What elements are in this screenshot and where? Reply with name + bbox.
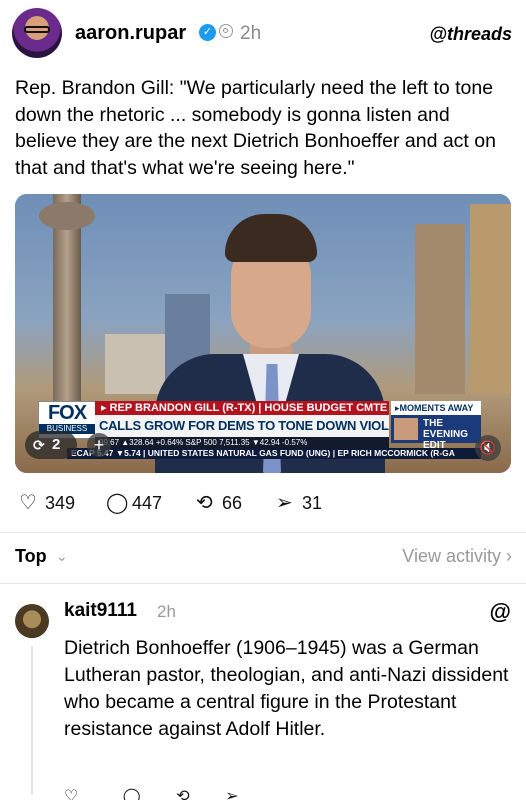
mention-icon [219,24,233,38]
video-tower-top [39,202,95,230]
like-button[interactable]: ♡ 349 [19,488,75,518]
mute-button[interactable]: 🔇 [475,435,501,461]
post-text: Rep. Brandon Gill: "We particularly need… [15,77,496,179]
divider [0,583,526,584]
post-timestamp: 2h [240,23,262,44]
moments-away-label: ▸MOMENTS AWAY [391,401,481,415]
carousel-icon: ⟳ [33,437,45,453]
post-header: aaron.rupar ✓ 2h @threads [0,0,526,70]
repost-icon[interactable]: ⟲ [176,788,189,800]
show-promo-thumbnail [394,418,418,440]
comment-icon: ◯ [106,492,129,514]
video-player[interactable]: FOX BUSINESS ▸ REP BRANDON GILL (R-TX) |… [15,194,511,473]
send-icon[interactable]: ➢ [225,788,238,800]
share-button[interactable]: ➢ 31 [276,488,322,518]
sort-dropdown[interactable]: Top [15,546,47,567]
ticker-top: 99.67 ▲328.64 +0.64% S&P 500 7,511.35 ▼4… [95,437,389,448]
media-count-badge[interactable]: ⟳ 2 [25,431,77,459]
video-building [470,204,511,394]
heart-icon: ♡ [19,492,37,514]
like-count: 349 [45,493,76,513]
reply-timestamp: 2h [157,602,176,621]
repost-button[interactable]: ⟲ 66 [196,488,242,518]
divider [0,532,526,533]
reply-text: Dietrich Bonhoeffer (1906–1945) was a Ge… [64,637,509,740]
ticker-bottom: ECAP 5.47 ▼5.74 | UNITED STATES NATURAL … [67,448,481,459]
chevron-down-icon[interactable]: ⌄ [56,548,68,565]
reply-count: 447 [132,493,163,513]
repost-count: 66 [222,493,243,513]
comment-icon[interactable]: ◯ [123,788,141,800]
author-username[interactable]: aaron.rupar [75,22,186,45]
view-activity-link[interactable]: View activity › [402,546,512,567]
reply-username[interactable]: kait9111 [64,600,137,622]
share-count: 31 [302,493,323,513]
reply-button[interactable]: ◯ 447 [106,488,162,518]
verified-icon: ✓ [199,24,216,41]
lower-third-headline: CALLS GROW FOR DEMS TO TONE DOWN VIOLENT… [95,415,389,437]
video-building [415,224,465,394]
post-action-bar: ♡ 349 ◯ 447 ⟲ 66 ➢ 31 [0,488,526,518]
lower-third-name: ▸ REP BRANDON GILL (R-TX) | HOUSE BUDGET… [95,401,389,415]
threads-brand-label: threads [446,24,512,44]
reply-action-bar: ♡ ◯ ⟲ ➢ [64,786,364,800]
media-count-value: 2 [52,436,61,453]
threads-icon[interactable]: @ [490,599,511,625]
heart-icon[interactable]: ♡ [64,788,78,800]
send-icon: ➢ [276,492,293,514]
avatar-glasses [24,26,50,33]
author-avatar[interactable] [12,8,62,58]
thread-line [31,646,33,795]
show-promo: THE EVENING EDIT [391,415,481,451]
network-logo-top: FOX [47,402,87,424]
speaker-hair [225,214,317,262]
reply-avatar[interactable] [15,604,49,638]
repost-icon: ⟲ [196,492,213,514]
show-promo-label: THE EVENING EDIT [423,418,469,451]
threads-brand-logo[interactable]: @threads [429,24,512,45]
add-button[interactable]: + [87,433,111,457]
